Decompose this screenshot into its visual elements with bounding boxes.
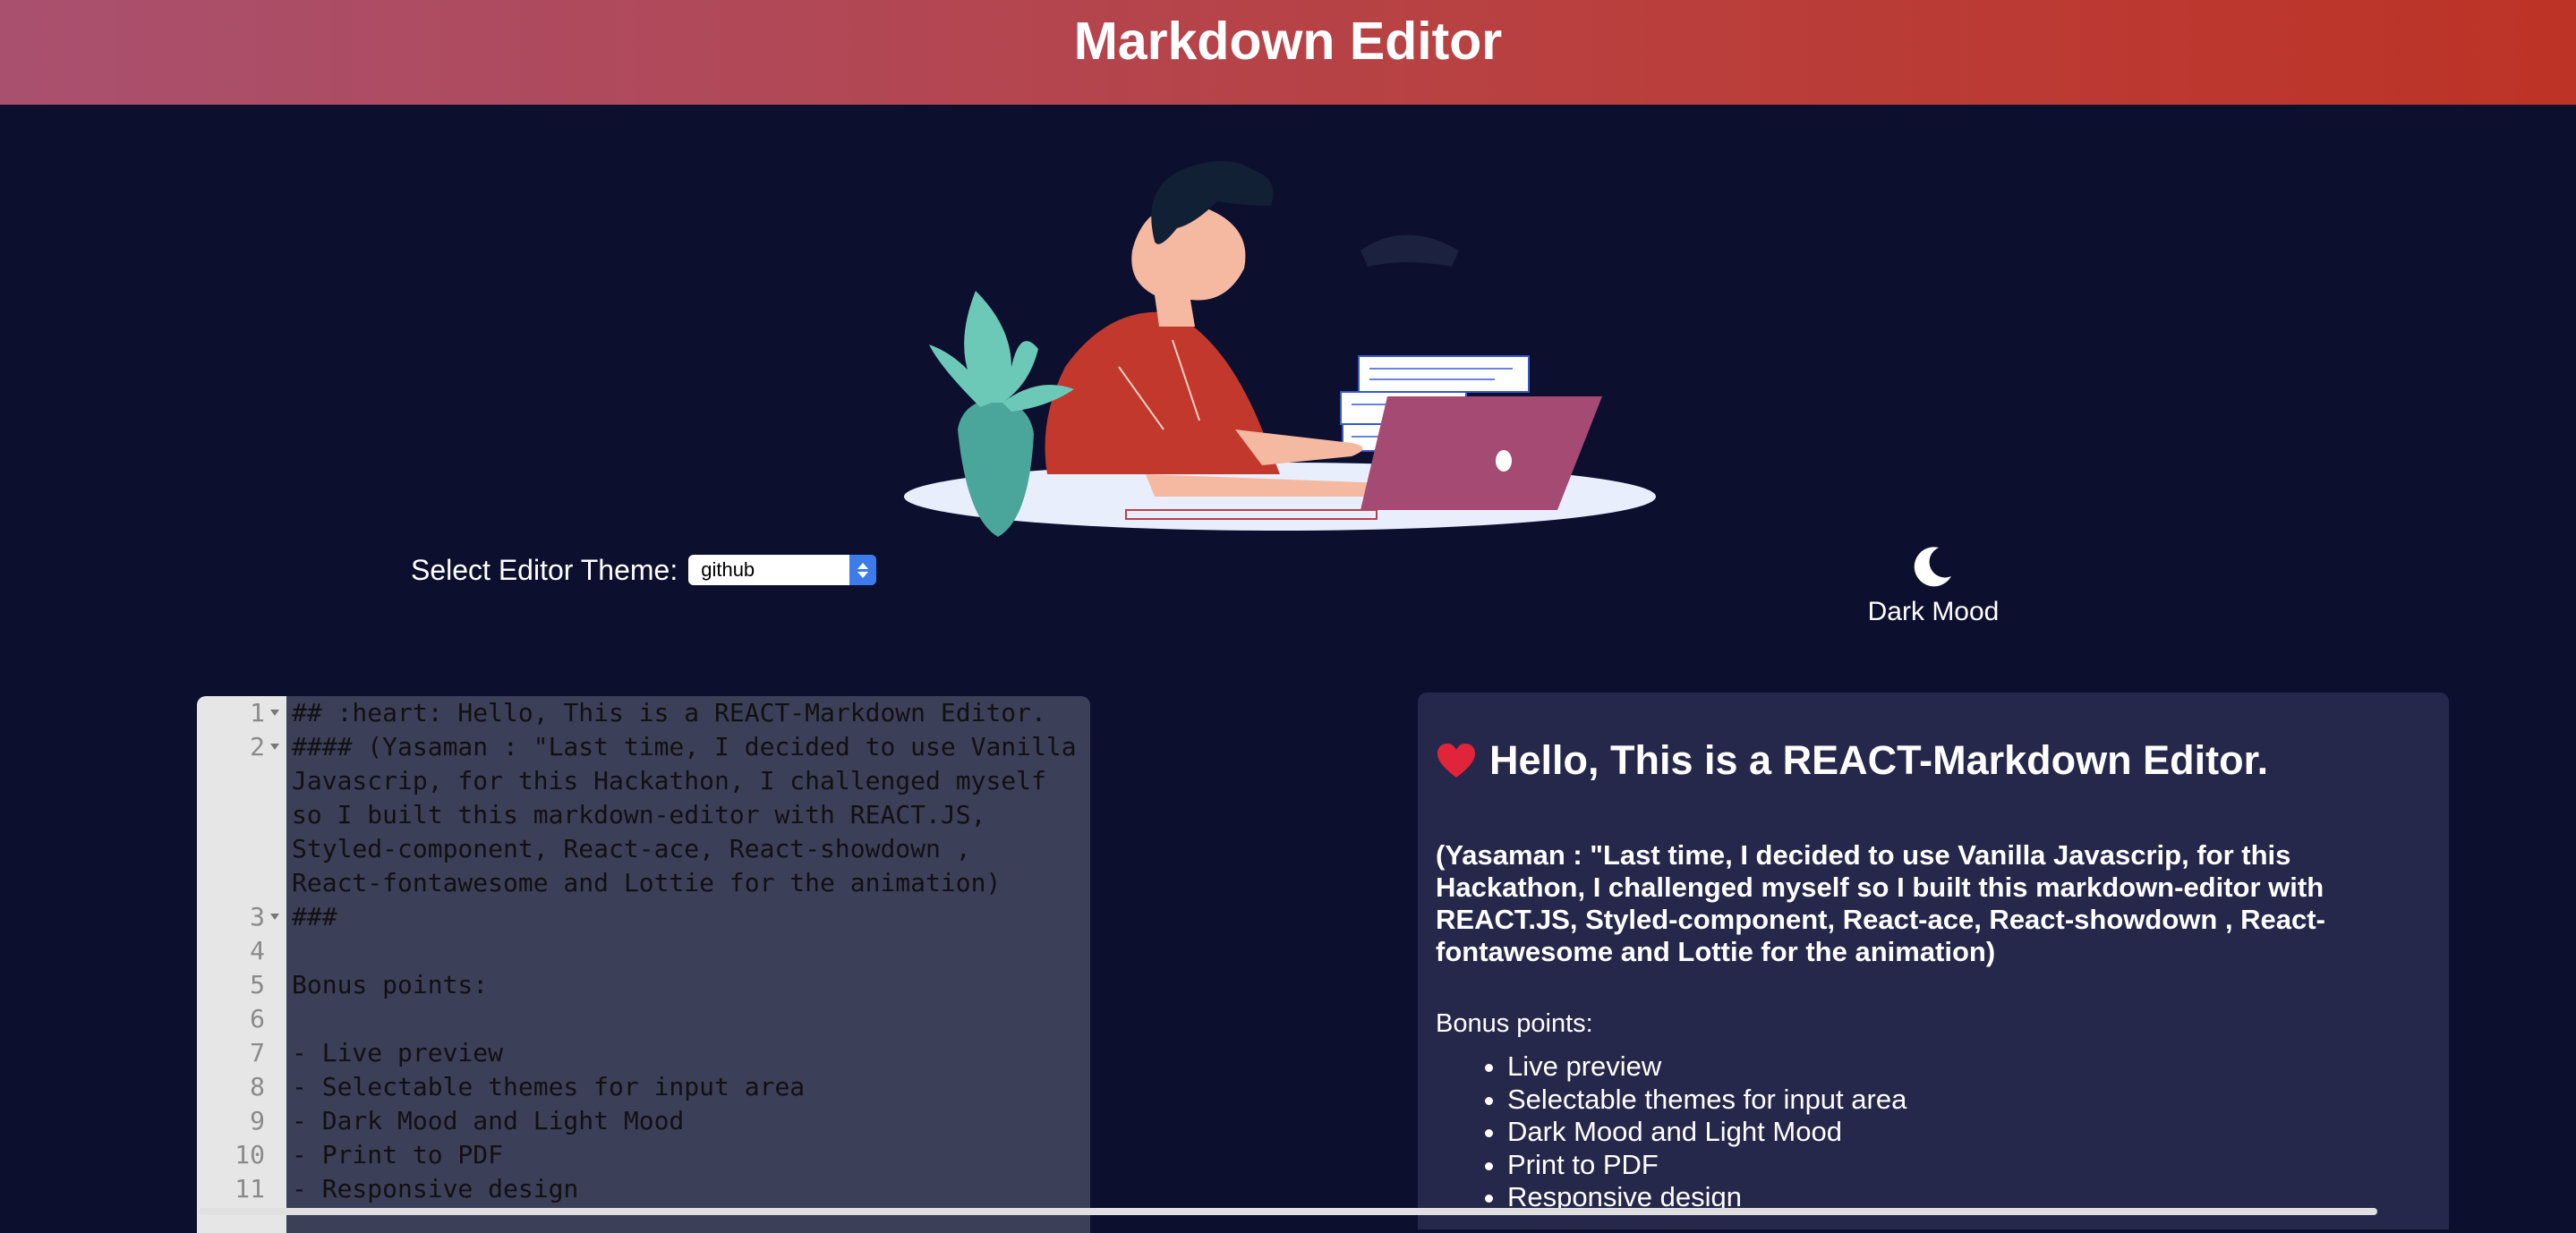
- editor-line: 9 - Dark Mood and Light Mood: [197, 1104, 1090, 1138]
- list-item: Dark Mood and Light Mood: [1507, 1116, 1906, 1149]
- line-number: 1: [250, 698, 265, 727]
- developer-illustration: [904, 161, 1656, 537]
- line-number: 5: [250, 970, 265, 999]
- line-number: 8: [250, 1072, 265, 1101]
- page-title: Markdown Editor: [1073, 12, 1503, 71]
- theme-select-value: github: [701, 558, 755, 581]
- preview-paragraph: Bonus points:: [1436, 1009, 1593, 1038]
- line-number: 2: [250, 732, 265, 761]
- list-item: Print to PDF: [1507, 1149, 1906, 1182]
- code-text: - Print to PDF: [292, 1140, 504, 1169]
- editor-line: 11 - Responsive design: [197, 1172, 1090, 1206]
- preview-bullet-list: Live preview Selectable themes for input…: [1436, 1050, 1906, 1214]
- code-text: React-fontawesome and Lottie for the ani…: [292, 868, 1002, 897]
- editor-line: 10 - Print to PDF: [197, 1138, 1090, 1172]
- horizontal-scrollbar[interactable]: [199, 1208, 2377, 1215]
- code-text: Styled-component, React-ace, React-showd…: [292, 834, 971, 863]
- code-text: ###: [292, 902, 337, 931]
- code-text: ## :heart: Hello, This is a REACT-Markdo…: [292, 698, 1046, 727]
- heart-icon: [1437, 744, 1475, 778]
- line-number: 6: [250, 1004, 265, 1033]
- editor-line: Javascrip, for this Hackathon, I challen…: [197, 764, 1090, 798]
- mood-toggle[interactable]: Dark Mood: [1853, 546, 2014, 627]
- code-text: - Live preview: [292, 1038, 504, 1067]
- code-text: #### (Yasaman : "Last time, I decided to…: [292, 732, 1077, 761]
- line-number: 3: [250, 902, 265, 931]
- code-text: Javascrip, for this Hackathon, I challen…: [292, 766, 1046, 795]
- code-text: Bonus points:: [292, 970, 489, 999]
- line-number: 11: [235, 1174, 265, 1203]
- preview-subheading: (Yasaman : "Last time, I decided to use …: [1436, 839, 2325, 967]
- mood-label: Dark Mood: [1867, 597, 2000, 626]
- preview-heading-text: Hello, This is a REACT-Markdown Editor.: [1489, 737, 2269, 783]
- code-text: - Dark Mood and Light Mood: [292, 1106, 685, 1135]
- fold-arrow-icon[interactable]: [270, 710, 279, 716]
- fold-arrow-icon[interactable]: [270, 914, 279, 920]
- fold-arrow-icon[interactable]: [270, 744, 279, 750]
- editor-line: 1 ## :heart: Hello, This is a REACT-Markd…: [197, 696, 1090, 730]
- line-number: 10: [235, 1140, 265, 1169]
- line-number: 4: [250, 936, 265, 965]
- editor-line: 5 Bonus points:: [197, 968, 1090, 1002]
- editor-line: 7 - Live preview: [197, 1036, 1090, 1070]
- line-number: 7: [250, 1038, 265, 1067]
- editor-line: so I built this markdown-editor with REA…: [197, 798, 1090, 832]
- markdown-preview: Hello, This is a REACT-Markdown Editor. …: [1418, 693, 2449, 1229]
- editor-line: 3 ###: [197, 900, 1090, 934]
- editor-line: React-fontawesome and Lottie for the ani…: [197, 866, 1090, 900]
- preview-heading: Hello, This is a REACT-Markdown Editor.: [1436, 737, 2268, 784]
- editor-line: 2 #### (Yasaman : "Last time, I decided t…: [197, 730, 1090, 764]
- editor-line: 4: [197, 934, 1090, 968]
- list-item: Selectable themes for input area: [1507, 1084, 1906, 1117]
- app-header: Markdown Editor: [0, 0, 2576, 105]
- code-text: - Responsive design: [292, 1174, 579, 1203]
- list-item: Live preview: [1507, 1050, 1906, 1084]
- code-text: so I built this markdown-editor with REA…: [292, 800, 986, 829]
- editor-line: Styled-component, React-ace, React-showd…: [197, 832, 1090, 866]
- code-text: - Selectable themes for input area: [292, 1072, 806, 1101]
- theme-selector-row: Select Editor Theme: github: [411, 550, 877, 590]
- editor-line: 8 - Selectable themes for input area: [197, 1070, 1090, 1104]
- select-arrows-icon: [849, 555, 877, 585]
- moon-icon: [1914, 547, 1951, 587]
- theme-label: Select Editor Theme:: [411, 553, 678, 586]
- editor-line: 6: [197, 1002, 1090, 1036]
- markdown-editor[interactable]: 1 ## :heart: Hello, This is a REACT-Markd…: [197, 696, 1090, 1233]
- theme-select[interactable]: github: [688, 555, 877, 585]
- line-number: 9: [250, 1106, 265, 1135]
